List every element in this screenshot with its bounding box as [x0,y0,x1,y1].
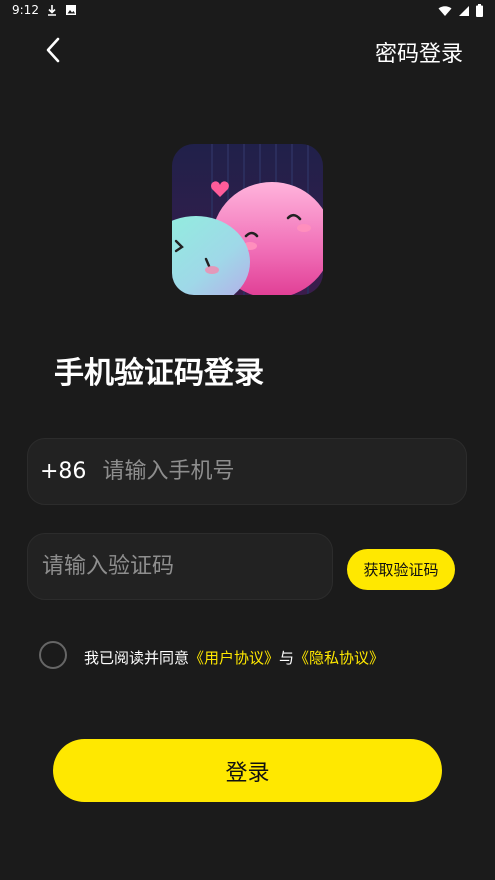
wifi-icon [438,5,452,16]
chevron-left-icon [46,37,60,63]
phone-input[interactable] [100,458,466,485]
password-login-link[interactable]: 密码登录 [375,36,463,68]
get-code-button[interactable]: 获取验证码 [347,549,455,590]
download-icon [48,5,56,16]
status-time: 9:12 [12,3,39,17]
login-button[interactable]: 登录 [53,739,442,802]
code-field[interactable] [27,533,333,600]
agree-checkbox[interactable] [39,641,67,669]
signal-icon [459,5,469,16]
battery-icon [476,4,483,17]
agreement-text: 我已阅读并同意《用户协议》与《隐私协议》 [84,647,384,668]
code-input[interactable] [40,553,332,580]
page-title: 手机验证码登录 [54,356,264,391]
image-icon [66,5,76,15]
phone-field[interactable]: +86 [27,438,467,505]
status-bar: 9:12 [0,0,495,22]
back-button[interactable] [36,33,70,67]
app-logo-image [172,144,323,295]
agreement-and: 与 [279,649,295,667]
country-code[interactable]: +86 [40,459,86,484]
app-logo [172,144,323,295]
agreement-prefix: 我已阅读并同意 [84,649,190,667]
privacy-agreement-link[interactable]: 《隐私协议》 [294,649,384,667]
user-agreement-link[interactable]: 《用户协议》 [189,649,279,667]
